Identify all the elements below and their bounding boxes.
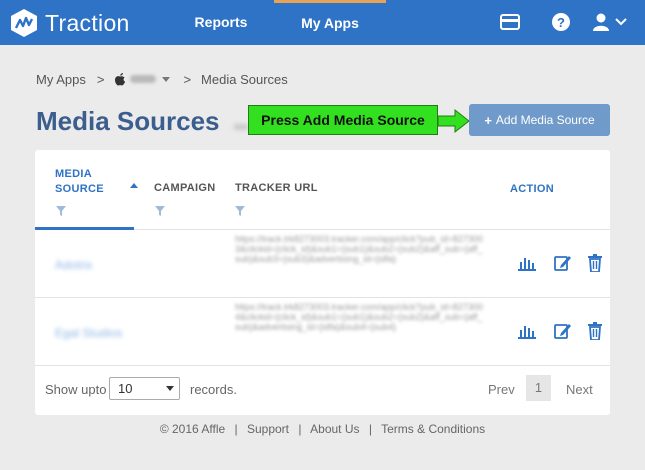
svg-text:?: ?: [557, 15, 565, 30]
traction-logo-icon: [11, 9, 37, 37]
breadcrumb: My Apps > > Media Sources: [36, 70, 288, 88]
prev-page-button[interactable]: Prev: [488, 382, 515, 397]
column-header-media-source-line2: SOURCE: [55, 183, 104, 195]
filter-icon[interactable]: [155, 206, 165, 216]
page-footer: © 2016 Affle | Support | About Us | Term…: [0, 422, 645, 436]
column-header-action: ACTION: [510, 183, 554, 195]
edit-icon[interactable]: [553, 254, 573, 272]
brand-name: Traction: [45, 9, 130, 36]
filter-icon[interactable]: [235, 206, 245, 216]
trash-icon[interactable]: [585, 254, 605, 272]
add-media-source-button[interactable]: + Add Media Source: [469, 104, 610, 136]
footer-separator: |: [298, 422, 302, 436]
table-row: Adotrix https://track.trk8273003.tracker…: [35, 230, 610, 298]
breadcrumb-separator: >: [183, 71, 192, 87]
current-page[interactable]: 1: [526, 375, 551, 401]
breadcrumb-current: Media Sources: [201, 71, 288, 87]
edit-icon[interactable]: [553, 322, 573, 340]
tracker-url: https://track.trk8273003.tracker.com/app…: [235, 234, 483, 264]
media-sources-table: MEDIA SOURCE CAMPAIGN TRACKER URL ACTION…: [35, 150, 610, 415]
page-size-value: 10: [118, 381, 133, 396]
chevron-down-icon: [166, 386, 174, 391]
footer-separator: |: [234, 422, 238, 436]
top-navbar: Traction Reports My Apps ?: [0, 0, 645, 45]
next-page-button[interactable]: Next: [566, 382, 593, 397]
sort-ascending-icon[interactable]: [130, 183, 138, 188]
column-header-campaign[interactable]: CAMPAIGN: [154, 181, 215, 196]
copyright: © 2016 Affle: [159, 422, 226, 436]
breadcrumb-my-apps[interactable]: My Apps: [36, 72, 86, 87]
breadcrumb-separator: >: [96, 71, 105, 87]
instruction-callout: Press Add Media Source: [248, 105, 438, 135]
footer-separator: |: [368, 422, 372, 436]
credit-card-icon[interactable]: [499, 12, 521, 32]
table-row: Egal Studios https://track.trk8273003.tr…: [35, 298, 610, 366]
add-media-source-label: Add Media Source: [495, 113, 595, 127]
footer-link-about[interactable]: About Us: [310, 422, 359, 436]
nav-my-apps[interactable]: My Apps: [274, 0, 386, 45]
arrow-right-icon: [437, 108, 470, 134]
show-upto-label: Show upto: [45, 382, 107, 397]
apple-icon: [115, 73, 126, 86]
footer-link-terms[interactable]: Terms & Conditions: [381, 422, 485, 436]
chevron-down-icon: [162, 76, 171, 82]
bar-chart-icon[interactable]: [517, 322, 537, 340]
records-label: records.: [190, 382, 237, 397]
tracker-url: https://track.trk8273003.tracker.com/app…: [235, 302, 483, 332]
media-source-name[interactable]: Egal Studios: [55, 326, 122, 340]
trash-icon[interactable]: [585, 322, 605, 340]
filter-icon[interactable]: [56, 206, 66, 216]
redacted-hint: [234, 124, 248, 130]
media-source-name[interactable]: Adotrix: [55, 258, 92, 272]
bar-chart-icon[interactable]: [517, 254, 537, 272]
help-icon[interactable]: ?: [550, 12, 572, 32]
brand-logo[interactable]: Traction: [9, 7, 130, 39]
page-title: Media Sources: [36, 106, 220, 136]
footer-link-support[interactable]: Support: [247, 422, 289, 436]
nav-reports[interactable]: Reports: [176, 0, 266, 45]
app-name-redacted: [130, 75, 157, 83]
column-header-tracker-url[interactable]: TRACKER URL: [235, 181, 318, 196]
app-selector[interactable]: [114, 72, 172, 86]
user-menu-icon[interactable]: [592, 12, 630, 32]
page-size-select[interactable]: 10: [109, 377, 180, 400]
plus-icon: +: [484, 112, 492, 128]
column-header-media-source[interactable]: MEDIA SOURCE: [55, 167, 104, 197]
column-header-media-source-line1: MEDIA: [55, 168, 92, 180]
